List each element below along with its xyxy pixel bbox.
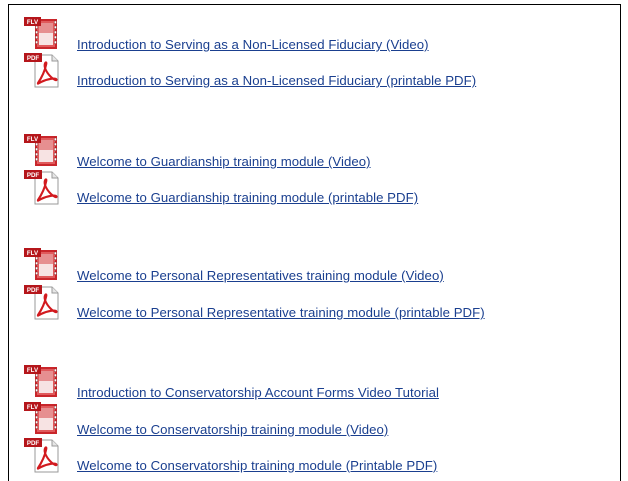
resource-list-panel: FLV Introduction to Serving as a Non-Lic… — [8, 4, 621, 481]
svg-text:FLV: FLV — [27, 250, 39, 257]
svg-text:PDF: PDF — [27, 55, 40, 62]
svg-text:PDF: PDF — [27, 172, 40, 179]
pdf-document-icon[interactable]: PDF — [24, 438, 60, 474]
list-item[interactable]: FLV Introduction to Conservatorship Acco… — [24, 365, 439, 401]
list-item[interactable]: PDF Welcome to Conservatorship training … — [24, 438, 437, 474]
resource-link[interactable]: Welcome to Conservatorship training modu… — [77, 458, 437, 473]
pdf-document-icon-graphic: PDF — [24, 285, 59, 320]
flv-video-icon-graphic: FLV — [24, 248, 57, 280]
flv-video-icon-graphic: FLV — [24, 402, 57, 434]
pdf-document-icon-graphic: PDF — [24, 53, 59, 88]
resource-link[interactable]: Introduction to Conservatorship Account … — [77, 385, 439, 400]
resource-link[interactable]: Introduction to Serving as a Non-License… — [77, 73, 476, 88]
resource-link[interactable]: Welcome to Personal Representatives trai… — [77, 268, 444, 283]
resource-link[interactable]: Welcome to Guardianship training module … — [77, 154, 371, 169]
list-item[interactable]: FLV Introduction to Serving as a Non-Lic… — [24, 17, 429, 53]
svg-text:FLV: FLV — [27, 19, 39, 26]
flv-video-icon[interactable]: FLV — [24, 365, 60, 401]
list-item[interactable]: PDF Introduction to Serving as a Non-Lic… — [24, 53, 476, 89]
list-item[interactable]: FLV Welcome to Conservatorship training … — [24, 402, 388, 438]
flv-video-icon-graphic: FLV — [24, 17, 57, 49]
pdf-document-icon[interactable]: PDF — [24, 285, 60, 321]
svg-text:FLV: FLV — [27, 367, 39, 374]
resource-link[interactable]: Introduction to Serving as a Non-License… — [77, 37, 429, 52]
flv-video-icon[interactable]: FLV — [24, 17, 60, 53]
resource-link[interactable]: Welcome to Guardianship training module … — [77, 190, 418, 205]
flv-video-icon[interactable]: FLV — [24, 402, 60, 438]
list-item[interactable]: FLV Welcome to Guardianship training mod… — [24, 134, 371, 170]
pdf-document-icon-graphic: PDF — [24, 438, 59, 473]
flv-video-icon[interactable]: FLV — [24, 248, 60, 284]
svg-text:PDF: PDF — [27, 440, 40, 447]
list-item[interactable]: PDF Welcome to Personal Representative t… — [24, 285, 485, 321]
list-item[interactable]: FLV Welcome to Personal Representatives … — [24, 248, 444, 284]
svg-text:PDF: PDF — [27, 287, 40, 294]
svg-text:FLV: FLV — [27, 136, 39, 143]
pdf-document-icon-graphic: PDF — [24, 170, 59, 205]
flv-video-icon[interactable]: FLV — [24, 134, 60, 170]
list-item[interactable]: PDF Welcome to Guardianship training mod… — [24, 170, 418, 206]
flv-video-icon-graphic: FLV — [24, 134, 57, 166]
pdf-document-icon[interactable]: PDF — [24, 170, 60, 206]
svg-text:FLV: FLV — [27, 404, 39, 411]
pdf-document-icon[interactable]: PDF — [24, 53, 60, 89]
flv-video-icon-graphic: FLV — [24, 365, 57, 397]
resource-link[interactable]: Welcome to Personal Representative train… — [77, 305, 485, 320]
resource-link[interactable]: Welcome to Conservatorship training modu… — [77, 422, 388, 437]
